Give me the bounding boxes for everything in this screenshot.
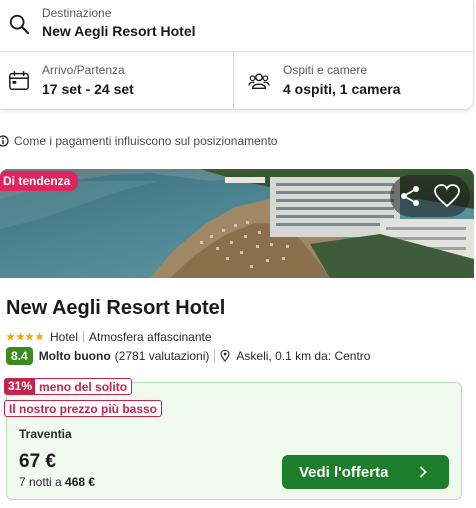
photo-actions [390,175,470,217]
guests-label: Ospiti e camere [283,63,368,77]
star-rating [6,332,44,341]
view-deal-label: Vedi l'offerta [299,463,389,481]
review-count[interactable]: (2781 valutazioni) [115,349,210,363]
dates-field[interactable]: Arrivo/Partenza 17 set - 24 set [0,52,234,110]
discount-percent: 31% [5,379,36,394]
ranking-info-text: Come i pagamenti influiscono sul posizio… [14,134,278,148]
best-price-badge: Il nostro prezzo più basso [4,400,163,417]
search-summary-card: Destinazione New Aegli Resort Hotel Arri… [0,0,474,110]
guests-value: 4 ospiti, 1 camera [283,81,401,97]
score-label: Molto buono [38,349,111,363]
calendar-icon [9,71,29,90]
guests-field[interactable]: Ospiti e camere 4 ospiti, 1 camera [235,52,474,110]
info-icon [0,135,9,147]
nightly-price: 67 € [19,451,56,472]
guests-icon [248,73,270,90]
rating-row: 8.4 Molto buono (2781 valutazioni) Askel… [6,347,370,365]
hotel-location: Askeli, 0.1 km da: Centro [236,349,371,363]
view-deal-button[interactable]: Vedi l'offerta [282,455,449,489]
heart-icon[interactable] [434,184,460,208]
share-icon[interactable] [398,184,422,208]
hotel-name[interactable]: New Aegli Resort Hotel [6,297,225,320]
hotel-photo[interactable]: Di tendenza [0,169,474,278]
destination-field[interactable]: Destinazione New Aegli Resort Hotel [0,0,474,52]
star-icon [25,332,34,341]
score-badge: 8.4 [6,347,33,365]
divider [214,350,216,362]
provider-name: Traventia [19,427,72,441]
dates-label: Arrivo/Partenza [42,63,125,77]
hotel-type: Hotel [50,329,79,344]
destination-value: New Aegli Resort Hotel [42,23,196,39]
location-pin-icon [220,350,230,362]
ranking-info-link[interactable]: Come i pagamenti influiscono sul posizio… [0,133,277,149]
discount-badge: 31% meno del solito [4,378,133,395]
search-icon [9,14,30,35]
dates-value: 17 set - 24 set [42,81,134,97]
hotel-meta: Hotel Atmosfera affascinante [6,329,212,344]
star-icon [34,332,44,341]
discount-text: meno del solito [39,379,128,394]
total-price: 7 notti a 468 € [19,475,95,489]
trending-badge: Di tendenza [0,171,79,191]
nights-prefix: 7 notti a [19,475,62,489]
nights-total: 468 € [65,475,96,489]
star-icon [6,332,15,341]
star-icon [15,332,25,341]
chevron-right-icon [419,466,427,478]
hotel-atmosphere: Atmosfera affascinante [89,329,212,344]
divider [83,330,85,343]
destination-label: Destinazione [42,6,112,20]
